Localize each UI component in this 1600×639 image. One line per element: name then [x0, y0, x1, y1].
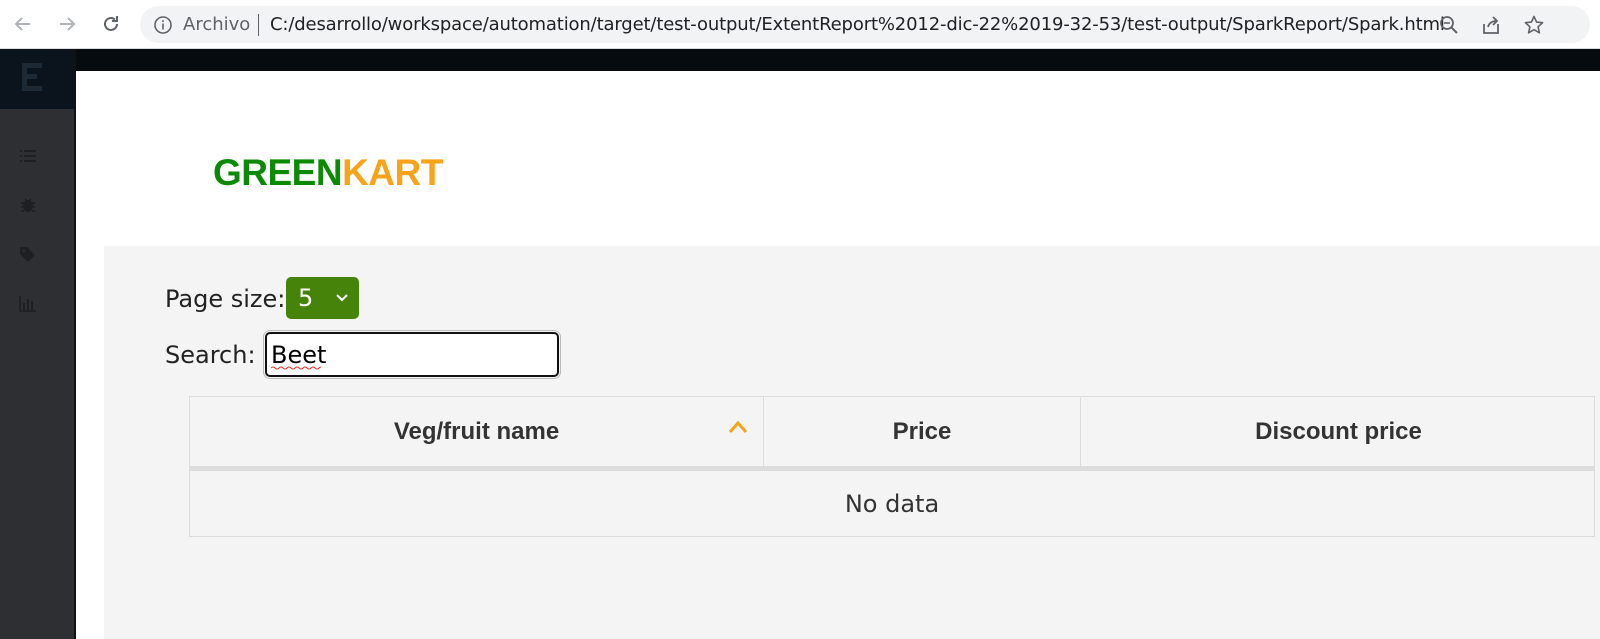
search-label: Search: [165, 341, 256, 369]
column-header-discount-label: Discount price [1255, 418, 1422, 445]
list-icon[interactable] [18, 146, 40, 168]
search-input[interactable] [263, 330, 561, 379]
greenkart-logo: GREENKART [213, 152, 443, 194]
column-header-price-label: Price [892, 418, 952, 445]
scheme-separator [258, 14, 259, 36]
report-logo [0, 49, 74, 109]
sort-ascending-icon[interactable] [727, 419, 749, 435]
column-header-discount[interactable]: Discount price [1081, 397, 1596, 467]
bug-icon[interactable] [18, 195, 40, 217]
product-table: Veg/fruit name Price Discount price No d… [189, 396, 1595, 537]
url-text[interactable]: C:/desarrollo/workspace/automation/targe… [270, 14, 1445, 36]
column-header-name[interactable]: Veg/fruit name [190, 397, 764, 467]
forward-icon[interactable] [53, 10, 81, 38]
chevron-down-icon [336, 294, 348, 302]
browser-toolbar: Archivo C:/desarrollo/workspace/automati… [0, 0, 1600, 49]
report-sidebar [0, 49, 76, 639]
tag-icon[interactable] [18, 244, 40, 266]
bar-chart-icon[interactable] [18, 293, 40, 315]
page-size-label: Page size: [165, 285, 286, 313]
column-header-price[interactable]: Price [764, 397, 1081, 467]
address-bar[interactable]: Archivo C:/desarrollo/workspace/automati… [140, 6, 1590, 43]
page-size-select[interactable]: 5 [286, 277, 359, 319]
info-icon[interactable] [153, 15, 173, 35]
brand-part-orange: KART [342, 152, 443, 193]
column-header-name-label: Veg/fruit name [393, 418, 560, 445]
scheme-label: Archivo [183, 14, 251, 35]
share-icon[interactable] [1480, 14, 1502, 36]
reload-icon[interactable] [97, 10, 125, 38]
spellcheck-underline [271, 366, 321, 370]
report-top-strip [0, 49, 1600, 71]
zoom-icon[interactable] [1438, 14, 1460, 36]
extent-logo-icon [22, 63, 42, 91]
page-size-value: 5 [298, 284, 314, 312]
back-icon[interactable] [9, 10, 37, 38]
brand-part-green: GREEN [213, 152, 343, 193]
bookmark-star-icon[interactable] [1523, 14, 1545, 36]
empty-state: No data [844, 490, 940, 518]
